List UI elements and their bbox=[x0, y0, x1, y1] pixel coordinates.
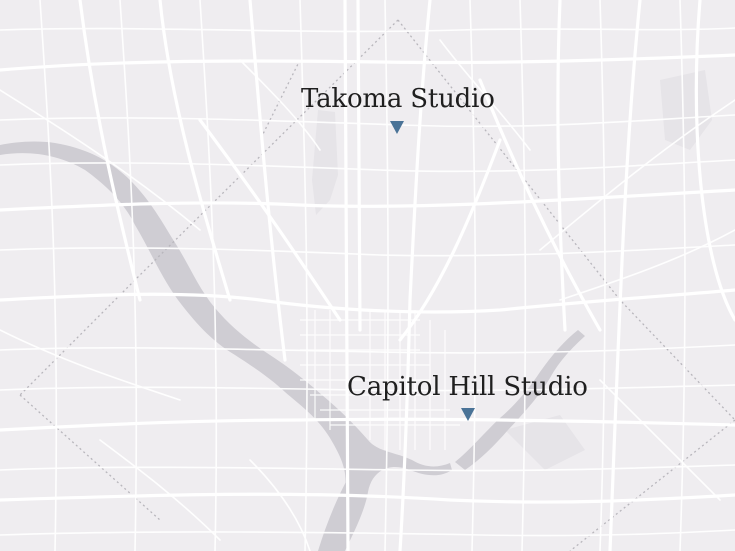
basemap bbox=[0, 0, 735, 551]
marker-label-takoma-studio: Takoma Studio bbox=[301, 84, 495, 114]
triangle-down-marker-icon-shape bbox=[390, 121, 404, 134]
triangle-down-marker-icon-shape bbox=[461, 408, 475, 421]
map-canvas[interactable]: Takoma Studio Capitol Hill Studio bbox=[0, 0, 735, 551]
marker-label-capitol-hill-studio: Capitol Hill Studio bbox=[347, 372, 588, 402]
